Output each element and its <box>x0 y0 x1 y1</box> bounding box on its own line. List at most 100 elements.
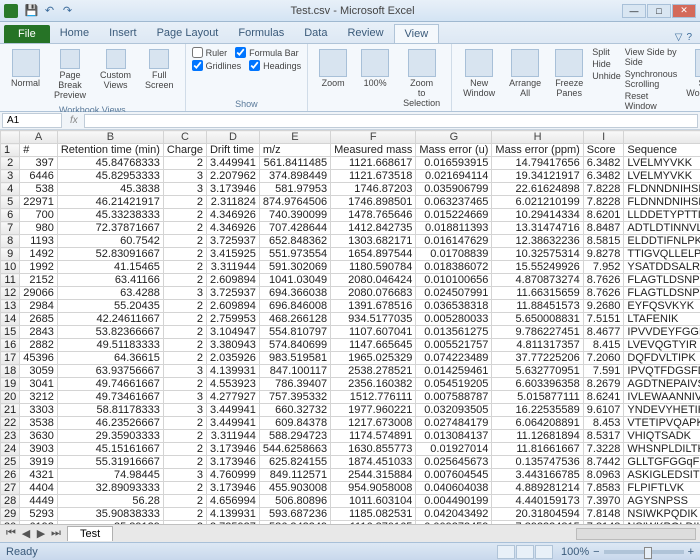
cell[interactable]: 63.4288 <box>57 287 163 300</box>
cell[interactable]: AGYSNPSS <box>624 495 700 508</box>
cell[interactable]: 52.83091667 <box>57 248 163 261</box>
header-cell[interactable]: Charge <box>163 144 206 157</box>
row-header[interactable]: 18 <box>1 365 20 378</box>
col-header-D[interactable]: D <box>206 131 259 144</box>
cell[interactable]: 0.024507991 <box>416 287 492 300</box>
view-side-by-side-button[interactable]: View Side by Side <box>625 46 678 68</box>
cell[interactable]: 3 <box>163 170 206 183</box>
cell[interactable]: 72.37871667 <box>57 222 163 235</box>
cell[interactable]: 0.054519205 <box>416 378 492 391</box>
cell[interactable]: 3.449941 <box>206 157 259 170</box>
cell[interactable]: 12.38632236 <box>492 235 583 248</box>
cell[interactable]: 6446 <box>20 170 58 183</box>
cell[interactable]: 60.7542 <box>57 235 163 248</box>
cell[interactable]: 700 <box>20 209 58 222</box>
row-header[interactable]: 28 <box>1 495 20 508</box>
cell[interactable]: 954.9058008 <box>331 482 416 495</box>
tab-formulas[interactable]: Formulas <box>228 24 294 43</box>
cell[interactable]: 5293 <box>20 508 58 521</box>
hide-button[interactable]: Hide <box>592 58 621 70</box>
cell[interactable]: 1977.960221 <box>331 404 416 417</box>
cell[interactable]: 0.005280033 <box>416 313 492 326</box>
formula-bar[interactable] <box>84 114 698 128</box>
cell[interactable]: YSATDDSALR <box>624 261 700 274</box>
cell[interactable]: 707.428644 <box>259 222 330 235</box>
row-header[interactable]: 4 <box>1 183 20 196</box>
cell[interactable]: 4.440159173 <box>492 495 583 508</box>
cell[interactable]: 15.55249926 <box>492 261 583 274</box>
name-box[interactable]: A1 <box>2 113 62 128</box>
cell[interactable]: 7.3970 <box>583 495 624 508</box>
cell[interactable]: 4321 <box>20 469 58 482</box>
cell[interactable]: 22.61624898 <box>492 183 583 196</box>
cell[interactable]: 0.009272459 <box>416 521 492 525</box>
cell[interactable]: 1116.870165 <box>331 521 416 525</box>
row-header[interactable]: 25 <box>1 456 20 469</box>
split-button[interactable]: Split <box>592 46 621 58</box>
col-header-A[interactable]: A <box>20 131 58 144</box>
cell[interactable]: 0.007588787 <box>416 391 492 404</box>
cell[interactable]: 35.89129 <box>57 521 163 525</box>
cell[interactable]: 3212 <box>20 391 58 404</box>
cell[interactable]: LTAFENIK <box>624 313 700 326</box>
cell[interactable]: FLDNNDNIHSFAVK <box>624 196 700 209</box>
cell[interactable]: 0.021694114 <box>416 170 492 183</box>
row-header[interactable]: 20 <box>1 391 20 404</box>
row-header[interactable]: 23 <box>1 430 20 443</box>
cell[interactable]: 2 <box>163 222 206 235</box>
cell[interactable]: 1107.607041 <box>331 326 416 339</box>
qat-undo-icon[interactable]: ↶ <box>42 3 57 18</box>
cell[interactable]: 3538 <box>20 417 58 430</box>
cell[interactable]: 3 <box>163 287 206 300</box>
cell[interactable]: 2080.046424 <box>331 274 416 287</box>
col-header-G[interactable]: G <box>416 131 492 144</box>
save-workspace-button[interactable]: SaveWorkspace <box>681 46 700 102</box>
cell[interactable]: 7.8228 <box>583 183 624 196</box>
cell[interactable]: 0.018811393 <box>416 222 492 235</box>
cell[interactable]: 0.074223489 <box>416 352 492 365</box>
cell[interactable]: 11.81661667 <box>492 443 583 456</box>
cell[interactable]: YNDEVYHETIHNNQK <box>624 404 700 417</box>
cell[interactable]: 5.015877111 <box>492 391 583 404</box>
file-tab[interactable]: File <box>4 25 50 43</box>
view-layout-icon[interactable] <box>516 545 534 559</box>
cell[interactable]: 0.135747536 <box>492 456 583 469</box>
cell[interactable]: 2 <box>163 456 206 469</box>
cell[interactable]: 3903 <box>20 443 58 456</box>
zoom-level[interactable]: 100% <box>561 546 589 558</box>
cell[interactable]: 0.027484179 <box>416 417 492 430</box>
cell[interactable]: 3.104947 <box>206 326 259 339</box>
cell[interactable]: 8.7626 <box>583 274 624 287</box>
cell[interactable]: 0.01708839 <box>416 248 492 261</box>
cell[interactable]: 2 <box>163 313 206 326</box>
cell[interactable]: 7.591 <box>583 365 624 378</box>
cell[interactable]: 14.79417656 <box>492 157 583 170</box>
cell[interactable]: 538 <box>20 183 58 196</box>
cell[interactable]: 544.6258663 <box>259 443 330 456</box>
cell[interactable]: FLPIFTLVK <box>624 482 700 495</box>
cell[interactable]: 1121.673518 <box>331 170 416 183</box>
cell[interactable]: 1412.842735 <box>331 222 416 235</box>
cell[interactable]: 9.786227451 <box>492 326 583 339</box>
row-header[interactable]: 15 <box>1 326 20 339</box>
cell[interactable]: 4404 <box>20 482 58 495</box>
view-break-icon[interactable] <box>535 545 553 559</box>
header-cell[interactable]: # <box>20 144 58 157</box>
cell[interactable]: 4449 <box>20 495 58 508</box>
cell[interactable]: 2.035926 <box>206 352 259 365</box>
cell[interactable]: 581.97953 <box>259 183 330 196</box>
cell[interactable]: 42.24611667 <box>57 313 163 326</box>
cell[interactable]: 2 <box>163 235 206 248</box>
cell[interactable]: 2 <box>163 339 206 352</box>
row-header[interactable]: 14 <box>1 313 20 326</box>
cell[interactable]: VTETIPVQAPK <box>624 417 700 430</box>
cell[interactable]: 0.013561275 <box>416 326 492 339</box>
cell[interactable]: 7.952 <box>583 261 624 274</box>
cell[interactable]: ELDDTIFNLPK <box>624 235 700 248</box>
cell[interactable]: 7.8583 <box>583 482 624 495</box>
cell[interactable]: 6.064208891 <box>492 417 583 430</box>
zoom-out-icon[interactable]: − <box>593 546 599 558</box>
cell[interactable]: 3.449941 <box>206 417 259 430</box>
row-header[interactable]: 17 <box>1 352 20 365</box>
row-header[interactable]: 1 <box>1 144 20 157</box>
